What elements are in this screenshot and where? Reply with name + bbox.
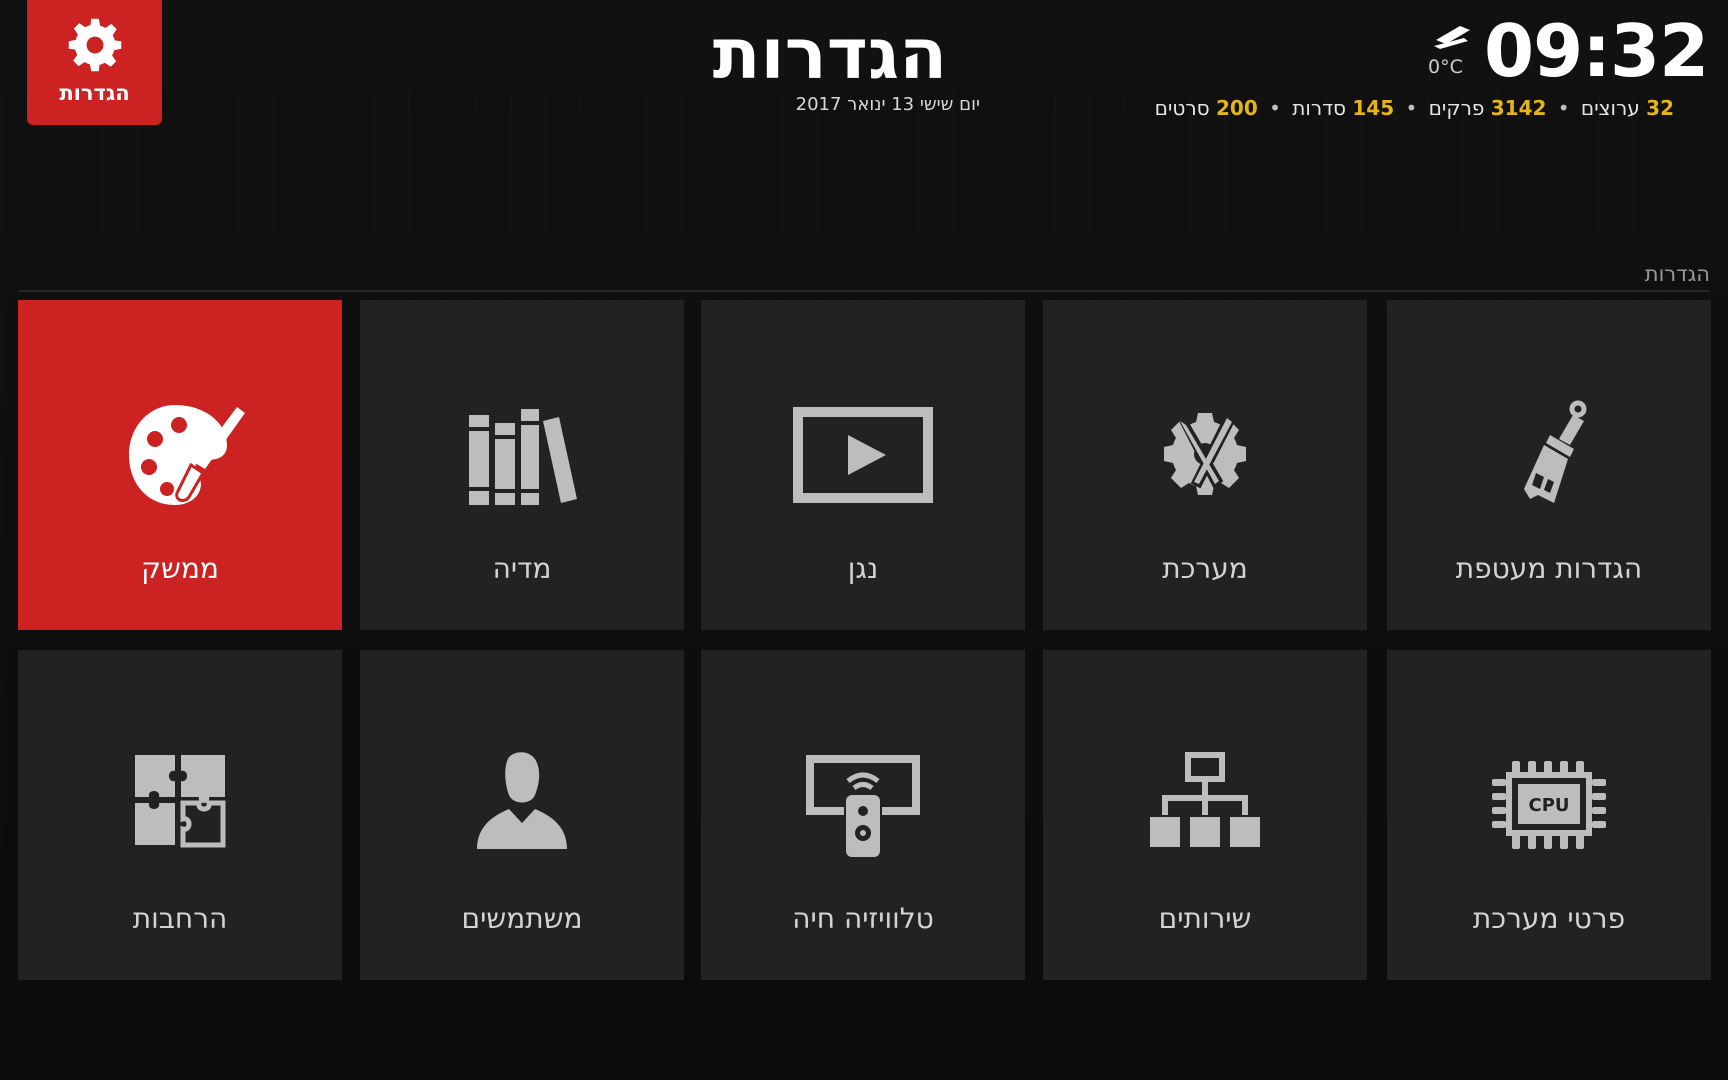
paintbrush-icon	[1524, 400, 1587, 503]
settings-grid: הגדרות מעטפת מערכת נגן מדיה ממשק CPU פרט…	[0, 0, 1728, 1080]
tile-label: מדיה	[492, 552, 552, 585]
tile-system[interactable]: מערכת	[1043, 300, 1367, 630]
tile-label: הגדרות מעטפת	[1455, 552, 1643, 585]
tile-label: ממשק	[141, 552, 219, 585]
svg-text:CPU: CPU	[1528, 795, 1569, 816]
tile-label: טלוויזיה חיה	[792, 902, 934, 935]
tile-services[interactable]: שירותים	[1043, 650, 1367, 980]
books-icon	[469, 409, 577, 505]
tile-label: משתמשים	[461, 902, 583, 935]
play-screen-icon	[793, 407, 933, 503]
tile-interface[interactable]: ממשק	[18, 300, 342, 630]
user-icon	[477, 752, 567, 849]
tile-label: פרטי מערכת	[1472, 902, 1626, 935]
gear-tools-icon	[1164, 413, 1246, 495]
tile-skin-settings[interactable]: הגדרות מעטפת	[1387, 300, 1711, 630]
tile-label: הרחבות	[132, 902, 228, 935]
tv-remote-icon	[806, 755, 920, 857]
cpu-icon: CPU	[1492, 761, 1606, 849]
tile-add-ons[interactable]: הרחבות	[18, 650, 342, 980]
tile-users[interactable]: משתמשים	[360, 650, 684, 980]
tile-live-tv[interactable]: טלוויזיה חיה	[701, 650, 1025, 980]
puzzle-icon	[135, 755, 226, 848]
tile-label: מערכת	[1162, 552, 1248, 585]
tile-label: נגן	[847, 552, 879, 585]
tile-media[interactable]: מדיה	[360, 300, 684, 630]
tile-label: שירותים	[1158, 902, 1252, 935]
tile-system-info[interactable]: CPU פרטי מערכת	[1387, 650, 1711, 980]
palette-icon	[129, 405, 245, 505]
tile-player[interactable]: נגן	[701, 300, 1025, 630]
network-icon	[1150, 752, 1260, 847]
